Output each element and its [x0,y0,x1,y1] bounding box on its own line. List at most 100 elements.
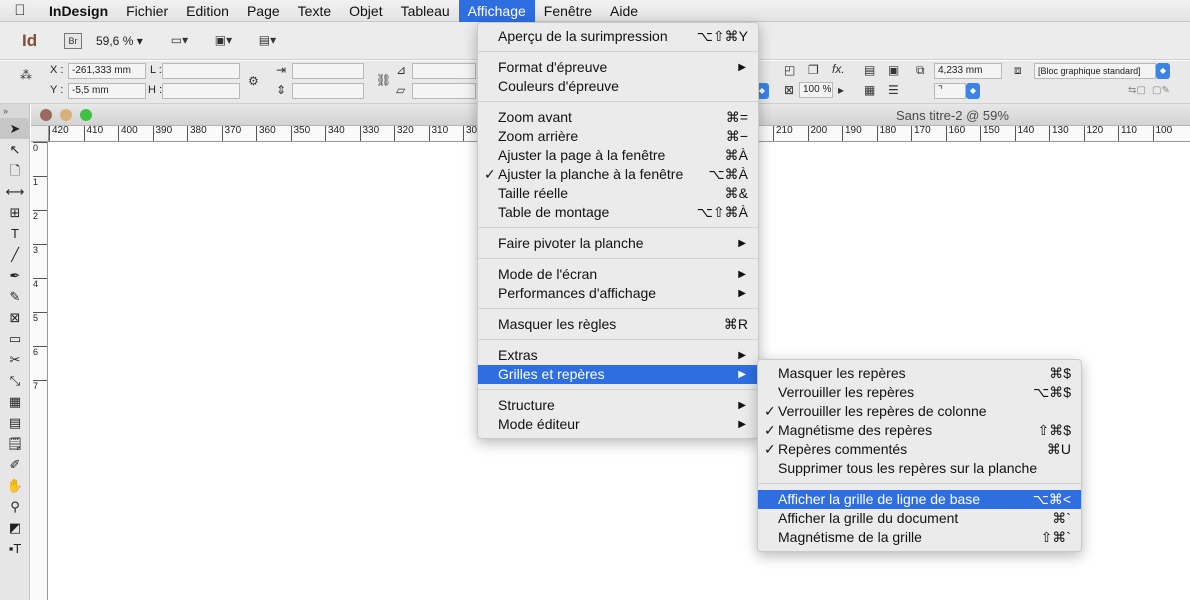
pen-tool-icon[interactable]: ✒ [0,265,30,286]
corner-shape-field[interactable]: ⌝ [934,83,966,99]
menu-item[interactable]: Extras ▶ [478,346,758,365]
menu-item[interactable]: Verrouiller les repères ⌥⌘$ [758,383,1081,402]
bridge-button[interactable]: Br [64,32,82,49]
menu-item[interactable]: ✓ Ajuster la planche à la fenêtre ⌥⌘À [478,165,758,184]
menu-item[interactable]: Aperçu de la surimpression ⌥⇧⌘Y [478,27,758,46]
wrap-around-icon[interactable]: ▣ [888,63,899,77]
menu-item[interactable]: Afficher la grille du document ⌘` [758,509,1081,528]
menu-item[interactable]: Magnétisme de la grille ⇧⌘` [758,528,1081,547]
menu-item[interactable]: Performances d'affichage ▶ [478,284,758,303]
checkmark-icon: ✓ [764,422,776,438]
menu-item-label: Repères commentés [778,441,908,457]
type-tool-icon[interactable]: T [0,223,30,244]
align-icon[interactable]: ▦ [864,83,875,97]
gradient-swatch-tool-icon[interactable]: ▦ [0,391,30,412]
opacity-field[interactable]: 100 % [799,82,833,98]
corner-shape-dropdown[interactable]: ◆ [966,83,980,99]
free-transform-tool-icon[interactable]: ⤡ [0,370,30,391]
object-style-dropdown[interactable]: ◆ [1156,63,1170,79]
arrange-documents-icon[interactable]: ▤▾ [259,33,291,49]
menu-fichier[interactable]: Fichier [117,0,177,22]
menu-item[interactable]: Format d'épreuve ▶ [478,58,758,77]
menu-edition[interactable]: Edition [177,0,238,22]
gradient-feather-tool-icon[interactable]: ▤ [0,412,30,433]
menu-item[interactable]: Supprimer tous les repères sur la planch… [758,459,1081,478]
scale-y-field[interactable] [292,83,364,99]
menu-fenêtre[interactable]: Fenêtre [535,0,601,22]
zoom-tool-icon[interactable]: ⚲ [0,496,30,517]
opacity-arrow-icon[interactable]: ▸ [838,83,844,97]
screen-mode-icon[interactable]: ▣▾ [215,33,247,49]
fill-stroke-icon[interactable]: ◩ [0,517,30,538]
object-style-select[interactable]: [Bloc graphique standard] [1034,63,1156,79]
rotation-field[interactable] [412,63,476,79]
ruler-origin[interactable] [31,126,49,142]
y-position-field[interactable]: -5,5 mm [68,83,146,99]
page-tool-icon[interactable]: 🗋 [0,160,30,181]
tools-panel-collapse-icon[interactable]: » [0,104,29,118]
menu-item[interactable]: Faire pivoter la planche ▶ [478,234,758,253]
hand-tool-icon[interactable]: ✋ [0,475,30,496]
menu-indesign[interactable]: InDesign [40,0,117,22]
minimize-window-icon[interactable] [60,109,72,121]
menu-item[interactable]: Zoom arrière ⌘− [478,127,758,146]
selection-tool-icon[interactable]: ➤ [0,118,30,139]
submenu-arrow-icon: ▶ [738,62,746,73]
menu-item[interactable]: Grilles et repères ▶ [478,365,758,384]
scale-x-field[interactable] [292,63,364,79]
ruler-tick: 0 [33,142,47,153]
menu-item[interactable]: Taille réelle ⌘& [478,184,758,203]
formatting-affects-icon[interactable]: ▪T [0,538,30,559]
menu-item[interactable]: Table de montage ⌥⇧⌘À [478,203,758,222]
gap-tool-icon[interactable]: ⟷ [0,181,30,202]
menu-affichage[interactable]: Affichage [458,0,535,22]
menu-texte[interactable]: Texte [289,0,340,22]
vertical-ruler[interactable]: 0 1 2 3 4 5 6 7 [31,142,48,600]
menu-item[interactable]: Mode de l'écran ▶ [478,265,758,284]
distribute-icon[interactable]: ☰ [888,83,899,97]
menu-aide[interactable]: Aide [601,0,647,22]
gear-icon[interactable]: ⚙ [248,74,259,88]
x-position-field[interactable]: -261,333 mm [68,63,146,79]
eyedropper-tool-icon[interactable]: ✐ [0,454,30,475]
content-collector-icon[interactable]: ⊞ [0,202,30,223]
shear-field[interactable] [412,83,476,99]
menu-item[interactable]: ✓ Magnétisme des repères ⇧⌘$ [758,421,1081,440]
note-tool-icon[interactable]: 🗒 [0,433,30,454]
menu-item[interactable]: Structure ▶ [478,396,758,415]
menu-item[interactable]: Couleurs d'épreuve [478,77,758,96]
zoom-window-icon[interactable] [80,109,92,121]
zoom-level-dropdown[interactable]: 59,6 % ▾ [96,34,143,48]
pencil-tool-icon[interactable]: ✎ [0,286,30,307]
menu-item[interactable]: Masquer les repères ⌘$ [758,364,1081,383]
rectangle-frame-tool-icon[interactable]: ⊠ [0,307,30,328]
line-tool-icon[interactable]: ╱ [0,244,30,265]
fit-content-icon[interactable]: ◰ [784,63,795,77]
reference-point-icon[interactable]: ⁂ [20,68,32,82]
menu-objet[interactable]: Objet [340,0,391,22]
menu-page[interactable]: Page [238,0,289,22]
direct-selection-tool-icon[interactable]: ↖ [0,139,30,160]
menu-item[interactable]: Afficher la grille de ligne de base ⌥⌘< [758,490,1081,509]
menu-item[interactable]: Mode éditeur ▶ [478,415,758,434]
stroke-weight-field[interactable]: 4,233 mm [934,63,1002,79]
scissors-tool-icon[interactable]: ✂ [0,349,30,370]
menu-item[interactable]: ✓ Repères commentés ⌘U [758,440,1081,459]
constrain-proportions-icon[interactable]: ⛓ [376,73,391,87]
menu-item[interactable]: Masquer les règles ⌘R [478,315,758,334]
edit-style-icon[interactable]: ▢✎ [1152,85,1170,96]
height-field[interactable] [162,83,240,99]
menu-item[interactable]: Ajuster la page à la fenêtre ⌘À [478,146,758,165]
apple-icon[interactable]:  [0,2,40,19]
drop-shadow-icon[interactable]: ❐ [808,63,819,77]
clear-overrides-icon[interactable]: ⇆▢ [1128,85,1146,96]
close-window-icon[interactable] [40,109,52,121]
view-options-icon[interactable]: ▭▾ [171,33,203,49]
menu-item[interactable]: ✓ Verrouiller les repères de colonne [758,402,1081,421]
menu-tableau[interactable]: Tableau [392,0,459,22]
width-field[interactable] [162,63,240,79]
rectangle-tool-icon[interactable]: ▭ [0,328,30,349]
effects-icon[interactable]: fx. [832,62,845,76]
menu-item[interactable]: Zoom avant ⌘= [478,108,758,127]
text-wrap-icon[interactable]: ▤ [864,63,875,77]
